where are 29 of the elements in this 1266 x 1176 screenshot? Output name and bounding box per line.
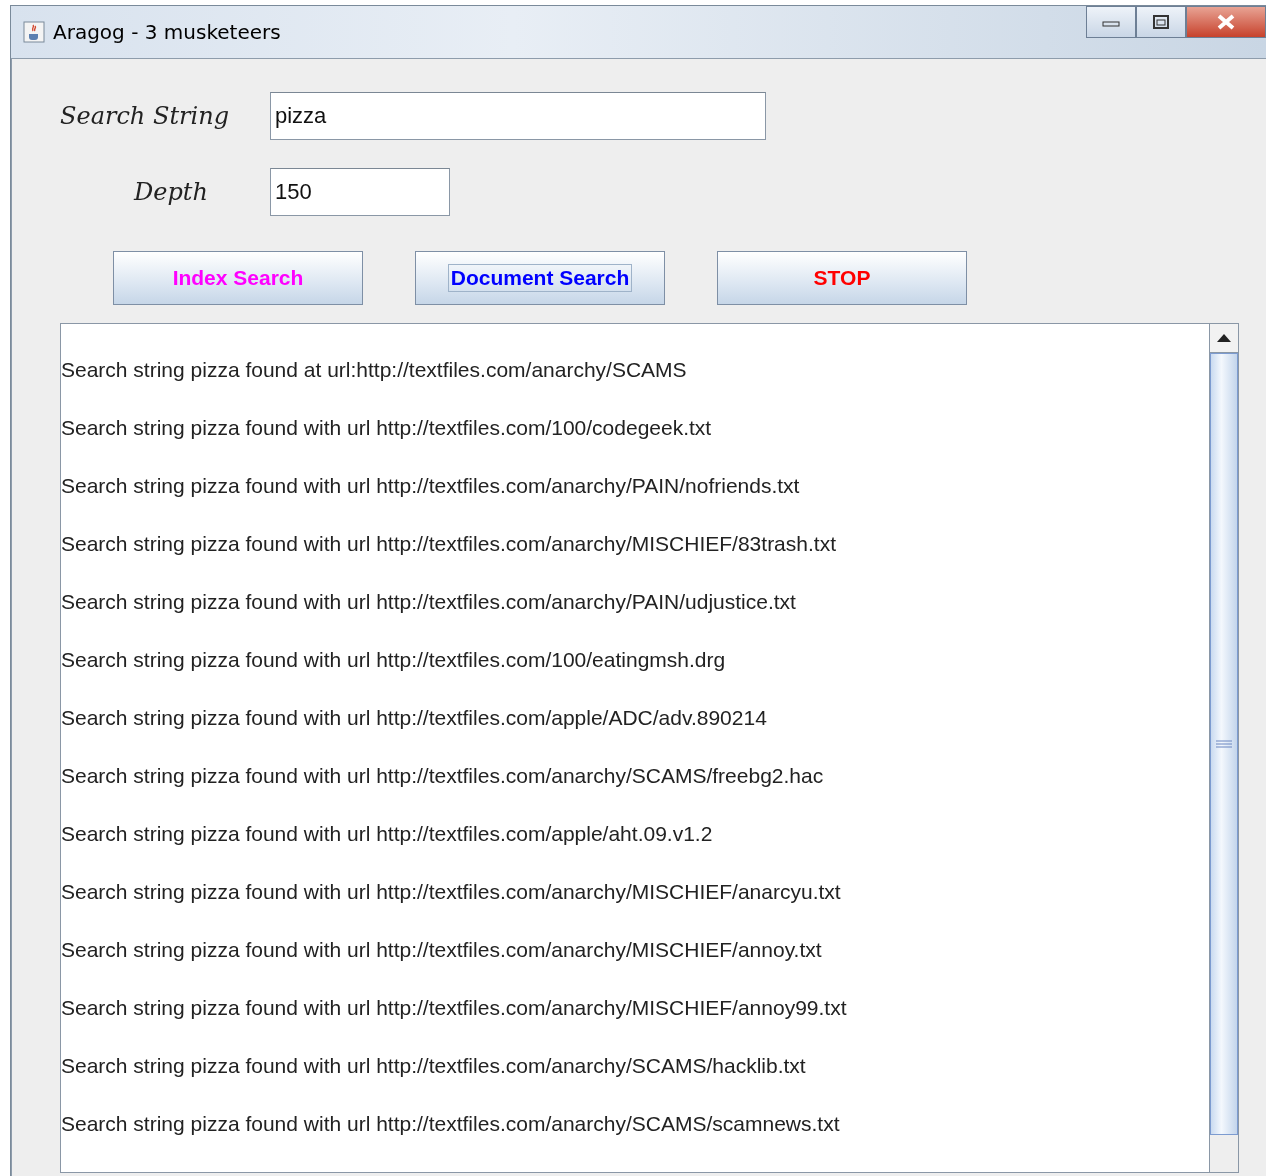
result-line: Search string pizza found with url http://textfiles.com/anarchy/SCAMS/freebg2.hac <box>61 763 825 789</box>
window-title: Aragog - 3 musketeers <box>53 20 282 44</box>
result-line: Search string pizza found with url http://textfiles.com/100/eatingmsh.drg <box>61 647 727 673</box>
result-line: Search string pizza found with url http://textfiles.com/anarchy/PAIN/nofriends.txt <box>61 473 801 499</box>
coffee-cup-icon <box>23 21 45 43</box>
result-line: Search string pizza found with url http://textfiles.com/apple/aht.09.v1.2 <box>61 821 714 847</box>
field-label: Depth <box>132 178 209 206</box>
field-label: Search String <box>60 102 230 130</box>
result-line: Search string pizza found with url http://textfiles.com/anarchy/MISCHIEF/annoy99.txt <box>61 995 848 1021</box>
close-button[interactable] <box>1186 6 1266 38</box>
up-arrow-icon <box>1217 334 1231 342</box>
result-line: Search string pizza found with url http://textfiles.com/apple/ADC/adv.890214 <box>61 705 768 731</box>
result-line: Search string pizza found with url http://textfiles.com/anarchy/SCAMS/hacklib.txt <box>61 1053 807 1079</box>
result-line: Search string pizza found at url:http://textfiles.com/anarchy/SCAMS <box>61 357 688 383</box>
text-field[interactable]: pizza <box>270 92 766 140</box>
minimize-button[interactable] <box>1086 6 1136 38</box>
grip-icon <box>1216 740 1232 748</box>
result-line: Search string pizza found with url http://textfiles.com/anarchy/PAIN/udjustice.txt <box>61 589 797 615</box>
result-line: Search string pizza found with url http://textfiles.com/anarchy/MISCHIEF/83trash.txt <box>61 531 837 557</box>
action-button[interactable]: Document Search <box>415 251 665 305</box>
result-line: Search string pizza found with url http://textfiles.com/anarchy/SCAMS/scamnews.txt <box>61 1111 841 1137</box>
result-line: Search string pizza found with url http://textfiles.com/anarchy/MISCHIEF/annoy.txt <box>61 937 823 963</box>
result-line: Search string pizza found with url http://textfiles.com/anarchy/MISCHIEF/anarcyu.txt <box>61 879 842 905</box>
text-field[interactable]: 150 <box>270 168 450 216</box>
result-line: Search string pizza found with url http://textfiles.com/100/codegeek.txt <box>61 415 713 441</box>
maximize-button[interactable] <box>1136 6 1186 38</box>
maximize-icon <box>1152 14 1170 30</box>
scroll-up-button[interactable] <box>1210 324 1238 353</box>
close-icon <box>1216 14 1236 30</box>
